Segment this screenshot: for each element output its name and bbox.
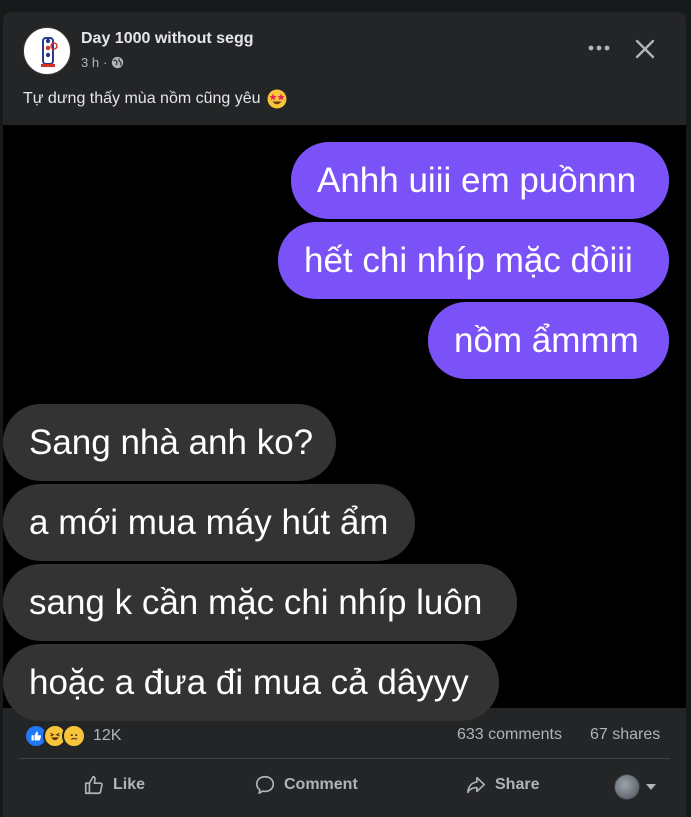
caption-text: Tự dưng thấy mùa nồm cũng yêu	[23, 90, 261, 107]
more-options-button[interactable]	[584, 36, 614, 60]
divider	[19, 758, 670, 759]
page-name[interactable]: Day 1000 without segg	[81, 30, 254, 48]
message-text: nồm ẩmmm	[454, 320, 639, 360]
shares-count-link[interactable]: 67 shares	[590, 726, 660, 744]
sad-reaction-icon	[62, 724, 86, 748]
profile-avatar	[614, 774, 640, 800]
post-caption: Tự dưng thấy mùa nồm cũng yêu	[23, 89, 287, 109]
page-logo-icon	[41, 37, 58, 67]
message-text: hoặc a đưa đi mua cả dâyyy	[29, 662, 469, 702]
share-icon	[466, 776, 486, 794]
comments-count-link[interactable]: 633 comments	[457, 726, 562, 744]
like-button[interactable]: Like	[83, 770, 145, 800]
post-stats: 12K 633 comments 67 shares	[3, 714, 686, 754]
post-actions-bar: Like Comment Share	[3, 762, 686, 806]
comment-button[interactable]: Comment	[254, 770, 358, 800]
sent-message-bubble: Anhh uiii em puồnnn	[291, 142, 669, 219]
post-header: Day 1000 without segg 3 h · Tự dưng thấy…	[3, 12, 686, 122]
post-meta: 3 h ·	[81, 55, 124, 70]
sent-message-bubble: hết chi nhíp mặc dồiii	[278, 222, 669, 299]
post-time[interactable]: 3 h	[81, 55, 99, 70]
close-icon	[635, 39, 655, 59]
message-text: a mới mua máy hút ẩm	[29, 502, 389, 542]
message-text: hết chi nhíp mặc dồiii	[304, 240, 633, 280]
like-label: Like	[113, 776, 146, 793]
share-button[interactable]: Share	[465, 770, 539, 800]
reaction-summary[interactable]: 12K	[24, 724, 121, 748]
received-message-bubble: hoặc a đưa đi mua cả dâyyy	[3, 644, 499, 721]
globe-icon[interactable]	[111, 56, 124, 69]
meta-separator: ·	[103, 55, 108, 70]
message-text: Anhh uiii em puồnnn	[317, 160, 637, 200]
more-icon	[588, 45, 610, 51]
received-message-bubble: Sang nhà anh ko?	[3, 404, 336, 481]
chat-screenshot-image[interactable]: Anhh uiii em puồnnn hết chi nhíp mặc dồi…	[3, 125, 686, 721]
comment-icon	[255, 775, 275, 795]
react-as-selector[interactable]	[614, 774, 656, 800]
chevron-down-icon	[646, 784, 656, 790]
sent-message-bubble: nồm ẩmmm	[428, 302, 669, 379]
post-card: Day 1000 without segg 3 h · Tự dưng thấy…	[3, 12, 686, 817]
like-icon	[84, 775, 103, 795]
message-text: Sang nhà anh ko?	[29, 422, 314, 462]
share-label: Share	[495, 776, 540, 793]
comment-label: Comment	[284, 776, 358, 793]
received-message-bubble: sang k cần mặc chi nhíp luôn	[3, 564, 517, 641]
star-struck-emoji	[267, 89, 287, 109]
received-message-bubble: a mới mua máy hút ẩm	[3, 484, 415, 561]
reaction-count[interactable]: 12K	[93, 727, 121, 745]
page-avatar[interactable]	[23, 27, 71, 75]
message-text: sang k cần mặc chi nhíp luôn	[29, 582, 483, 622]
close-button[interactable]	[630, 34, 660, 64]
